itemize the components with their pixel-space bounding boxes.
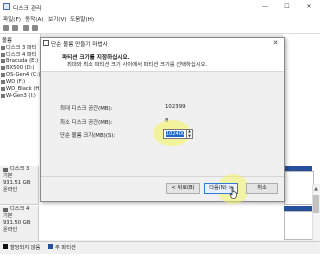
close-button[interactable]: ✕	[298, 0, 320, 14]
disk-name: 디스크 4	[10, 206, 30, 212]
volume-item[interactable]: W-Gen3 (I:)	[1, 93, 36, 99]
disk-management-icon	[3, 3, 10, 10]
disk-icon	[3, 168, 8, 172]
disk-name: 디스크 3	[10, 166, 30, 172]
drive-icon	[1, 79, 5, 84]
volume-item[interactable]: WD (F:)	[1, 79, 25, 85]
volume-item[interactable]: WD_Black (H:	[1, 86, 41, 92]
max-space-value: 102399	[165, 104, 186, 110]
menu-view[interactable]: 보기(V)	[48, 15, 66, 23]
disk-type: 기본	[3, 213, 13, 219]
partition-block[interactable]	[284, 171, 314, 205]
volume-item[interactable]: OS-Gen4 (C:)	[1, 72, 40, 78]
unallocated-swatch	[3, 244, 8, 249]
min-space-label: 최소 디스크 공간(MB):	[60, 120, 113, 126]
scrollbar-thumb[interactable]	[313, 195, 319, 213]
menu-action[interactable]: 동작(A)	[25, 15, 43, 23]
disk-type: 기본	[3, 173, 13, 179]
toolbar	[0, 23, 320, 34]
drive-icon	[1, 58, 5, 63]
dialog-title: 단순 볼륨 만들기 마법사	[51, 42, 108, 48]
wizard-description: 최대와 최소 파티션 크기 사이에서 파티션 크기를 선택하십시오.	[67, 62, 208, 68]
volume-column-header[interactable]: 볼륨	[2, 36, 12, 44]
hand-cursor-icon	[229, 186, 237, 199]
back-button[interactable]: < 뒤로(B)	[166, 183, 200, 194]
volume-list-columns	[283, 34, 320, 184]
max-space-label: 최대 디스크 공간(MB):	[60, 106, 113, 112]
disk-size: 931.50 GB	[3, 220, 31, 226]
legend-unallocated: 할당되지 않음	[10, 245, 41, 251]
volume-item[interactable]: 디스크 3 파티	[1, 44, 36, 51]
drive-icon	[1, 65, 5, 70]
disk-size: 931.51 GB	[3, 180, 31, 186]
drive-icon	[1, 45, 5, 50]
back-arrow-icon[interactable]	[3, 25, 9, 31]
wizard-icon	[43, 40, 49, 46]
menu-help[interactable]: 도움말(H)	[70, 15, 94, 23]
minimize-button[interactable]: —	[254, 0, 276, 14]
window-title: 디스크 관리	[13, 6, 42, 12]
volume-size-value[interactable]: 102400	[166, 131, 185, 137]
volume-size-label: 단순 볼륨 크기(MB)(S):	[60, 133, 116, 139]
drive-icon	[1, 86, 5, 91]
drive-icon	[1, 72, 5, 77]
scroll-up-icon[interactable]: ▲	[312, 186, 320, 192]
drive-icon	[1, 93, 5, 98]
volume-item[interactable]: 디스크 4 파티	[1, 51, 36, 58]
forward-arrow-icon[interactable]	[12, 25, 18, 31]
dialog-close-button[interactable]: ✕	[268, 38, 283, 49]
primary-partition-swatch	[48, 244, 53, 249]
volume-item[interactable]: BX500 (D:)	[1, 65, 34, 71]
dialog-divider	[41, 176, 284, 177]
disk-status: 온라인	[3, 187, 18, 193]
spin-down-icon[interactable]: ▼	[186, 134, 193, 139]
disk-icon	[3, 208, 8, 212]
cancel-button[interactable]: 취소	[246, 183, 278, 194]
maximize-button[interactable]: ☐	[276, 0, 298, 14]
help-icon[interactable]	[32, 25, 38, 31]
console-tree-icon[interactable]	[23, 25, 29, 31]
legend-primary: 주 파티션	[55, 245, 76, 251]
drive-icon	[1, 52, 5, 57]
partition-block[interactable]	[284, 211, 314, 240]
disk-status: 온라인	[3, 227, 18, 233]
vertical-scrollbar[interactable]	[312, 185, 320, 245]
menu-file[interactable]: 파일(F)	[3, 15, 21, 23]
volume-item[interactable]: Bracuda (E:)	[1, 58, 38, 64]
